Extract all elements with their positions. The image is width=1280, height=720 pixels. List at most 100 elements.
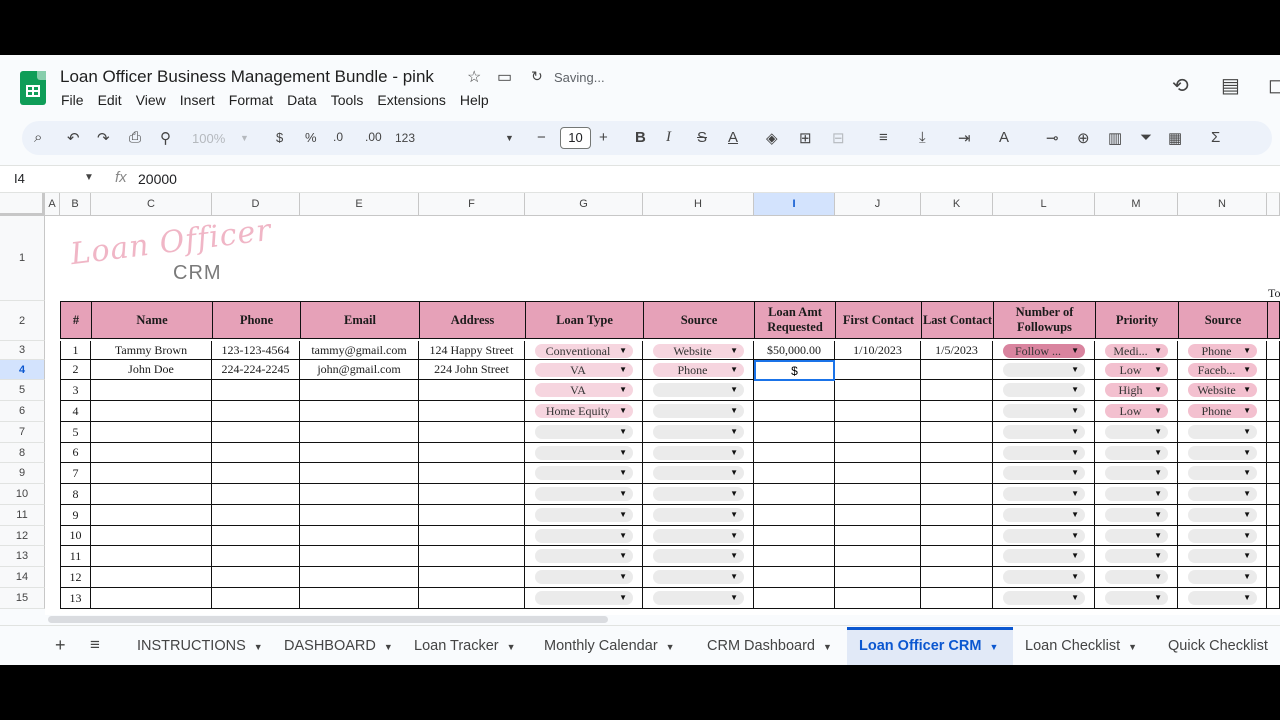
table-cell-phone[interactable] bbox=[212, 526, 300, 546]
dropdown-chip-loan_type[interactable]: ▼ bbox=[535, 508, 633, 522]
dropdown-arrow-icon[interactable]: ▼ bbox=[1071, 510, 1079, 519]
dropdown-chip-followups[interactable]: ▼ bbox=[1003, 446, 1085, 460]
dropdown-arrow-icon[interactable]: ▼ bbox=[1154, 531, 1162, 540]
column-header-f[interactable]: F bbox=[419, 193, 525, 216]
dropdown-chip-priority[interactable]: ▼ bbox=[1105, 508, 1168, 522]
table-cell-last[interactable] bbox=[921, 360, 993, 380]
dropdown-chip-loan_type[interactable]: ▼ bbox=[535, 425, 633, 439]
menu-format[interactable]: Format bbox=[229, 92, 273, 108]
text-rotation-icon[interactable]: A bbox=[999, 129, 1009, 146]
dropdown-arrow-icon[interactable]: ▼ bbox=[1243, 572, 1251, 581]
zoom-chevron-icon[interactable]: ▼ bbox=[240, 133, 249, 143]
row-header-2[interactable]: 2 bbox=[0, 301, 45, 341]
dropdown-chip-priority[interactable]: ▼ bbox=[1105, 425, 1168, 439]
percent-format-button[interactable]: % bbox=[305, 130, 317, 145]
dropdown-chip-source2[interactable]: Phone ▼ bbox=[1188, 404, 1257, 418]
column-header-l[interactable]: L bbox=[993, 193, 1095, 216]
paint-format-icon[interactable]: ⚲ bbox=[160, 129, 171, 147]
menu-edit[interactable]: Edit bbox=[98, 92, 122, 108]
dropdown-chip-followups[interactable]: ▼ bbox=[1003, 570, 1085, 584]
meet-icon[interactable]: ◻ bbox=[1268, 73, 1280, 98]
dropdown-arrow-icon[interactable]: ▼ bbox=[730, 531, 738, 540]
dropdown-arrow-icon[interactable]: ▼ bbox=[1071, 346, 1079, 355]
row-header-14[interactable]: 14 bbox=[0, 567, 45, 588]
table-cell-num[interactable]: 4 bbox=[60, 401, 91, 422]
print-icon[interactable]: ⎙ bbox=[129, 129, 141, 146]
dropdown-arrow-icon[interactable]: ▼ bbox=[730, 593, 738, 602]
dropdown-arrow-icon[interactable]: ▼ bbox=[619, 531, 627, 540]
table-cell-last[interactable] bbox=[921, 380, 993, 401]
dropdown-arrow-icon[interactable]: ▼ bbox=[1154, 510, 1162, 519]
column-header-n[interactable]: N bbox=[1178, 193, 1267, 216]
dropdown-chip-priority[interactable]: ▼ bbox=[1105, 487, 1168, 501]
table-cell-amount[interactable]: $50,000.00 bbox=[754, 341, 835, 360]
table-cell-email[interactable] bbox=[300, 546, 419, 567]
table-cell-first[interactable] bbox=[835, 380, 921, 401]
formula-input[interactable]: 20000 bbox=[138, 171, 177, 187]
table-cell-last[interactable] bbox=[921, 505, 993, 526]
table-cell-first[interactable] bbox=[835, 567, 921, 588]
table-cell-address[interactable] bbox=[419, 588, 525, 609]
dropdown-chip-followups[interactable]: ▼ bbox=[1003, 487, 1085, 501]
more-formats-button[interactable]: 123 bbox=[395, 131, 415, 145]
sheet-tab-menu-icon[interactable]: ▼ bbox=[666, 642, 675, 652]
merge-cells-icon[interactable]: ⊟ bbox=[832, 129, 845, 147]
dropdown-arrow-icon[interactable]: ▼ bbox=[1154, 427, 1162, 436]
table-cell-email[interactable] bbox=[300, 401, 419, 422]
table-cell-email[interactable] bbox=[300, 588, 419, 609]
table-cell-first[interactable] bbox=[835, 360, 921, 380]
insert-link-icon[interactable]: ⊸ bbox=[1046, 129, 1059, 147]
currency-format-button[interactable]: $ bbox=[276, 130, 283, 145]
table-cell-name[interactable] bbox=[91, 588, 212, 609]
dropdown-arrow-icon[interactable]: ▼ bbox=[1154, 448, 1162, 457]
all-sheets-icon[interactable]: ≡ bbox=[90, 635, 100, 655]
star-icon[interactable]: ☆ bbox=[467, 67, 481, 87]
dropdown-arrow-icon[interactable]: ▼ bbox=[1154, 385, 1162, 394]
table-cell-address[interactable]: 224 John Street bbox=[419, 360, 525, 380]
horizontal-align-icon[interactable]: ≡ bbox=[879, 129, 888, 146]
sheet-tab-loan-tracker[interactable]: Loan Tracker ▼ bbox=[414, 638, 516, 654]
dropdown-arrow-icon[interactable]: ▼ bbox=[730, 406, 738, 415]
row-header-12[interactable]: 12 bbox=[0, 526, 45, 546]
dropdown-arrow-icon[interactable]: ▼ bbox=[1071, 406, 1079, 415]
table-cell-name[interactable] bbox=[91, 505, 212, 526]
table-cell-last[interactable] bbox=[921, 463, 993, 484]
dropdown-arrow-icon[interactable]: ▼ bbox=[619, 489, 627, 498]
table-cell-num[interactable]: 7 bbox=[60, 463, 91, 484]
strikethrough-icon[interactable]: S bbox=[697, 129, 707, 146]
dropdown-arrow-icon[interactable]: ▼ bbox=[1243, 468, 1251, 477]
name-box-chevron-icon[interactable]: ▼ bbox=[84, 172, 94, 183]
table-cell-phone[interactable] bbox=[212, 484, 300, 505]
menu-extensions[interactable]: Extensions bbox=[377, 92, 445, 108]
column-header-d[interactable]: D bbox=[212, 193, 300, 216]
dropdown-arrow-icon[interactable]: ▼ bbox=[730, 385, 738, 394]
dropdown-arrow-icon[interactable]: ▼ bbox=[1243, 385, 1251, 394]
dropdown-arrow-icon[interactable]: ▼ bbox=[730, 489, 738, 498]
dropdown-chip-source2[interactable]: Faceb... ▼ bbox=[1188, 363, 1257, 377]
menu-insert[interactable]: Insert bbox=[180, 92, 215, 108]
decrease-font-size-icon[interactable]: − bbox=[537, 129, 546, 146]
table-cell-last[interactable] bbox=[921, 588, 993, 609]
dropdown-chip-source[interactable]: ▼ bbox=[653, 446, 744, 460]
table-cell-num[interactable]: 9 bbox=[60, 505, 91, 526]
table-cell-address[interactable] bbox=[419, 422, 525, 443]
dropdown-arrow-icon[interactable]: ▼ bbox=[1154, 468, 1162, 477]
italic-icon[interactable]: I bbox=[666, 129, 671, 146]
search-icon[interactable]: ⌕ bbox=[34, 129, 42, 146]
dropdown-arrow-icon[interactable]: ▼ bbox=[619, 448, 627, 457]
table-cell-last[interactable]: 1/5/2023 bbox=[921, 341, 993, 360]
table-cell-phone[interactable] bbox=[212, 422, 300, 443]
dropdown-chip-priority[interactable]: ▼ bbox=[1105, 591, 1168, 605]
table-cell-amount[interactable] bbox=[754, 567, 835, 588]
dropdown-chip-followups[interactable]: ▼ bbox=[1003, 425, 1085, 439]
table-cell-first[interactable] bbox=[835, 505, 921, 526]
row-header-8[interactable]: 8 bbox=[0, 443, 45, 463]
column-header-c[interactable]: C bbox=[91, 193, 212, 216]
move-folder-icon[interactable]: ▭ bbox=[497, 67, 512, 87]
dropdown-chip-source2[interactable]: Phone ▼ bbox=[1188, 344, 1257, 358]
column-header-h[interactable]: H bbox=[643, 193, 754, 216]
dropdown-arrow-icon[interactable]: ▼ bbox=[619, 385, 627, 394]
table-cell-address[interactable] bbox=[419, 526, 525, 546]
table-cell-phone[interactable] bbox=[212, 546, 300, 567]
column-header-a[interactable]: A bbox=[45, 193, 60, 216]
